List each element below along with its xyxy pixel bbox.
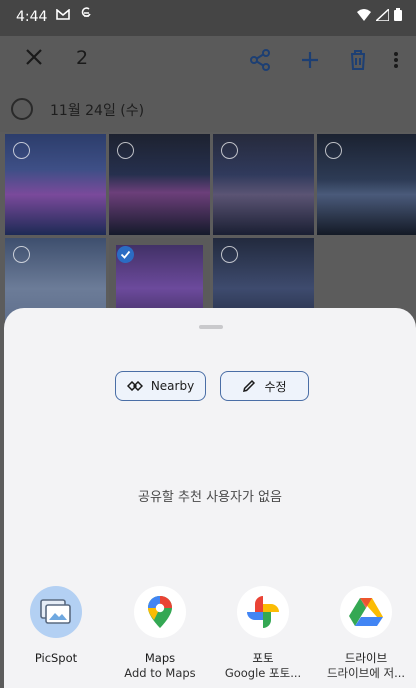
edit-chip[interactable]: 수정	[220, 371, 309, 401]
close-button[interactable]	[22, 46, 46, 70]
status-time: 4:44	[16, 9, 48, 25]
photo-select-checkbox[interactable]	[13, 142, 30, 159]
app-subtitle: Add to Maps	[124, 666, 196, 680]
share-button[interactable]	[248, 48, 272, 72]
photo-select-checkbox[interactable]	[13, 246, 30, 263]
photo-select-checkbox[interactable]	[117, 142, 134, 159]
share-target-drive[interactable]: 드라이브 드라이브에 저...	[316, 586, 416, 681]
app-subtitle: Google 포토...	[224, 666, 302, 680]
share-sheet: Nearby 수정 공유할 추천 사용자가 없음 PicSpot Maps Ad…	[4, 308, 416, 688]
date-section-header: 11월 24일 (수)	[0, 84, 416, 132]
photo-select-checkbox[interactable]	[221, 246, 238, 263]
app-bar: 2	[0, 36, 416, 84]
wifi-icon	[356, 9, 371, 25]
photo-grid	[5, 134, 416, 339]
photo-thumbnail[interactable]	[5, 134, 106, 235]
photo-thumbnail[interactable]	[213, 134, 314, 235]
status-bar: 4:44	[0, 0, 416, 36]
signal-icon	[373, 7, 390, 25]
photos-icon	[237, 586, 289, 638]
more-vert-icon	[394, 52, 398, 68]
add-button[interactable]	[298, 48, 322, 72]
photo-thumbnail[interactable]	[109, 134, 210, 235]
date-select-checkbox[interactable]	[11, 98, 33, 120]
share-target-maps[interactable]: Maps Add to Maps	[110, 586, 210, 681]
date-label: 11월 24일 (수)	[50, 103, 145, 119]
picspot-icon	[30, 586, 82, 638]
app-name: 드라이브	[344, 651, 388, 665]
photo-select-checkbox[interactable]	[221, 142, 238, 159]
selected-count: 2	[76, 47, 89, 69]
photo-thumbnail[interactable]	[317, 134, 416, 235]
plus-icon	[302, 52, 318, 68]
delete-button[interactable]	[346, 48, 370, 72]
share-target-picspot[interactable]: PicSpot	[6, 586, 106, 666]
photo-select-checkbox-checked[interactable]	[117, 246, 134, 263]
drag-handle[interactable]	[199, 325, 223, 329]
screen: 4:44 2 11월 24일 (수) Nearby 수정 공유할 추천 사용자가…	[0, 0, 416, 688]
app-subtitle: 드라이브에 저...	[326, 666, 406, 680]
drive-icon	[340, 586, 392, 638]
more-options-button[interactable]	[388, 48, 404, 72]
nearby-chip-label: Nearby	[150, 379, 195, 393]
share-icon	[250, 49, 270, 71]
pencil-icon	[243, 379, 256, 393]
sync-icon	[80, 7, 94, 24]
edit-chip-label: 수정	[264, 379, 287, 394]
maps-icon	[134, 586, 186, 638]
app-name: PicSpot	[34, 651, 78, 665]
photo-select-checkbox[interactable]	[325, 142, 342, 159]
nearby-icon	[126, 381, 143, 391]
gmail-icon	[56, 8, 72, 24]
check-icon	[120, 250, 131, 259]
close-icon	[26, 49, 42, 65]
no-suggestions-message: 공유할 추천 사용자가 없음	[138, 490, 282, 505]
share-target-photos[interactable]: 포토 Google 포토...	[213, 586, 313, 681]
app-name: Maps	[144, 651, 176, 665]
trash-icon	[351, 50, 365, 70]
app-name: 포토	[252, 651, 274, 665]
battery-icon	[394, 8, 402, 25]
nearby-share-chip[interactable]: Nearby	[115, 371, 206, 401]
